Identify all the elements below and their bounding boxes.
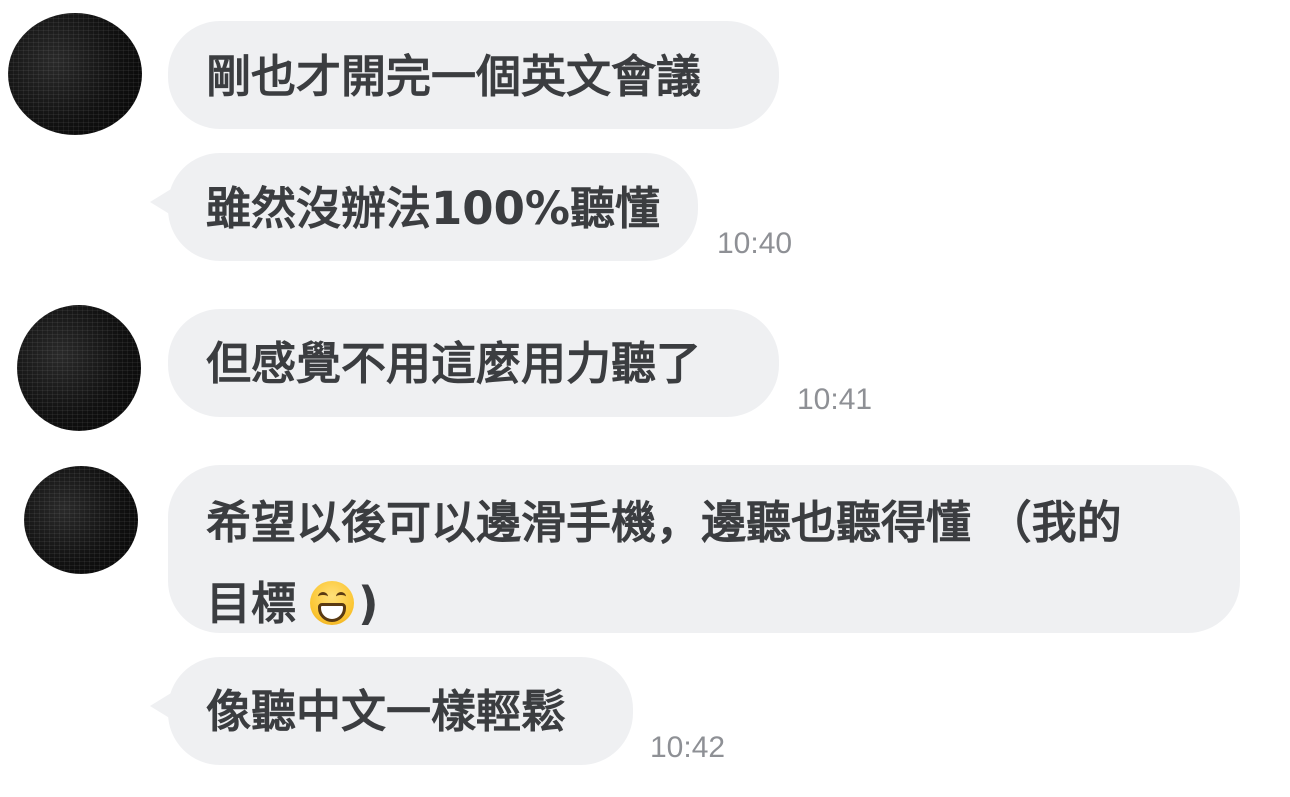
message-line-text: 目標 [206, 577, 297, 630]
closing-paren: ) [358, 577, 379, 630]
sender-avatar[interactable] [8, 13, 142, 135]
message-line: 希望以後可以邊滑手機，邊聽也聽得懂 （我的 [206, 496, 1122, 549]
sender-avatar[interactable] [17, 305, 141, 431]
message-text: 像聽中文一樣輕鬆 [206, 685, 567, 738]
grinning-face-emoji-icon [310, 581, 355, 625]
message-text: 但感覺不用這麼用力聽了 [206, 337, 702, 390]
message-text: 雖然沒辦法100%聽懂 [206, 182, 661, 235]
message-text: 希望以後可以邊滑手機，邊聽也聽得懂 （我的 目標) [206, 496, 1122, 626]
message-line-last: 目標) [206, 581, 1122, 626]
message-timestamp: 10:42 [650, 731, 726, 764]
message-timestamp: 10:41 [797, 383, 873, 416]
message-text: 剛也才開完一個英文會議 [206, 50, 702, 103]
sender-avatar[interactable] [24, 466, 138, 574]
message-timestamp: 10:40 [717, 227, 793, 260]
chat-screen: { "messages": [ {"id": 1, "text": "剛也才開完… [0, 0, 1290, 797]
